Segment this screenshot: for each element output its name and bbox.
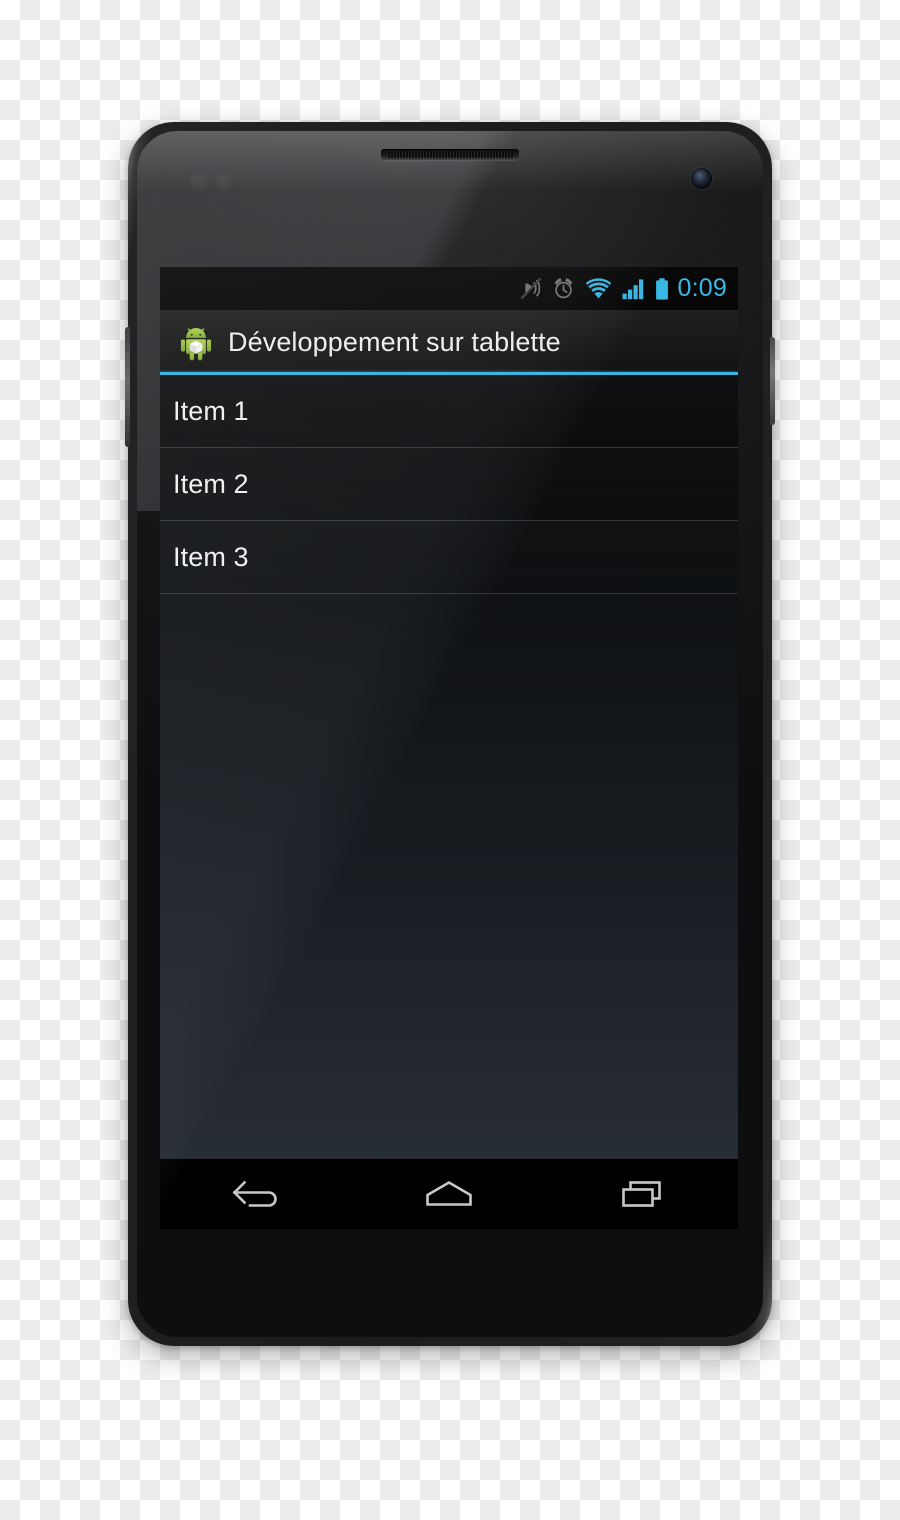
phone-device: 0:09 Développement sur tablette Item 1 I… bbox=[125, 122, 775, 1346]
item-list: Item 1 Item 2 Item 3 bbox=[160, 375, 738, 594]
proximity-sensor-dot bbox=[190, 174, 208, 192]
list-item-label: Item 3 bbox=[173, 541, 249, 572]
android-robot-icon[interactable] bbox=[177, 324, 215, 362]
home-icon bbox=[426, 1180, 472, 1206]
list-item-label: Item 1 bbox=[173, 395, 249, 426]
action-bar: Développement sur tablette bbox=[160, 310, 738, 375]
navigation-bar bbox=[160, 1159, 738, 1229]
earpiece-grille bbox=[387, 151, 513, 158]
recents-button[interactable] bbox=[582, 1159, 702, 1229]
signal-bars-icon bbox=[622, 278, 643, 299]
volume-rocker-button[interactable] bbox=[125, 327, 130, 447]
content-area: Item 1 Item 2 Item 3 bbox=[160, 375, 738, 1159]
status-bar-icons bbox=[520, 277, 669, 300]
back-arrow-icon bbox=[232, 1180, 278, 1207]
status-bar-clock: 0:09 bbox=[677, 274, 727, 302]
home-button[interactable] bbox=[389, 1159, 509, 1229]
alarm-clock-icon bbox=[554, 278, 572, 299]
power-button[interactable] bbox=[770, 337, 775, 425]
wifi-icon bbox=[585, 277, 611, 298]
recents-icon bbox=[621, 1181, 661, 1207]
action-bar-title: Développement sur tablette bbox=[228, 327, 561, 357]
phone-screen: 0:09 Développement sur tablette Item 1 I… bbox=[160, 267, 738, 1229]
list-item[interactable]: Item 2 bbox=[160, 448, 738, 521]
front-camera-icon bbox=[691, 168, 712, 189]
proximity-sensor-icon bbox=[190, 174, 238, 192]
list-item-label: Item 2 bbox=[173, 468, 249, 499]
battery-icon bbox=[655, 277, 668, 300]
list-item[interactable]: Item 1 bbox=[160, 375, 738, 448]
earpiece-speaker-icon bbox=[381, 149, 519, 160]
light-sensor-dot bbox=[215, 174, 233, 192]
status-bar[interactable]: 0:09 bbox=[160, 267, 738, 310]
back-button[interactable] bbox=[196, 1159, 316, 1229]
vibrate-off-icon bbox=[520, 278, 541, 299]
list-item[interactable]: Item 3 bbox=[160, 521, 738, 594]
